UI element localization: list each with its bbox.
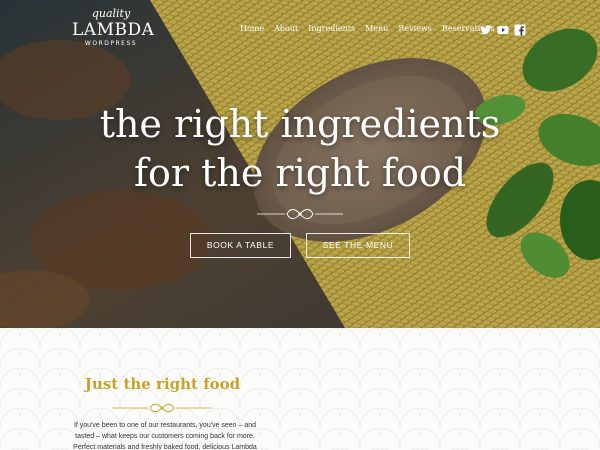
nav-item-ingredients[interactable]: Ingredients xyxy=(308,22,355,36)
section-title: Just the right food xyxy=(84,375,241,393)
social-links xyxy=(480,21,531,36)
nav-item-home[interactable]: Home xyxy=(240,22,264,36)
intro-section: Just the right food If you've been to on… xyxy=(0,328,600,450)
nav-item-menu[interactable]: Menu xyxy=(365,22,388,36)
twitter-icon[interactable] xyxy=(480,21,492,35)
nav-item-reviews[interactable]: Reviews xyxy=(398,22,432,36)
hero-section: quality LAMBDA WORDPRESS Home About Ingr… xyxy=(0,0,600,328)
section-ornament-icon xyxy=(112,403,212,413)
logo-tagline: quality xyxy=(91,7,131,20)
paragraph-line: Perfect materials and freshly baked food… xyxy=(73,444,257,450)
section-paragraph: If you've been to one of our restaurants… xyxy=(60,420,270,450)
youtube-icon[interactable] xyxy=(497,21,509,34)
site-logo[interactable]: quality LAMBDA WORDPRESS xyxy=(72,7,155,50)
hero-headline-line-2: for the right food xyxy=(133,151,467,195)
logo-name: LAMBDA xyxy=(72,20,155,40)
facebook-icon[interactable] xyxy=(514,21,526,36)
paragraph-line: If you've been to one of our restaurants… xyxy=(73,422,257,429)
nav-item-about[interactable]: About xyxy=(274,22,298,36)
main-navigation: Home About Ingredients Menu Reviews Rese… xyxy=(240,22,504,36)
see-menu-button[interactable]: SEE THE MENU xyxy=(306,233,410,258)
hero-headline: the right ingredients for the right food xyxy=(0,100,600,198)
logo-subtext: WORDPRESS xyxy=(84,40,138,47)
book-table-button[interactable]: BOOK A TABLE xyxy=(190,233,291,258)
hero-headline-line-1: the right ingredients xyxy=(99,102,501,146)
paragraph-line: tasted – what keeps our customers coming… xyxy=(75,433,255,440)
ornament-divider-icon xyxy=(257,209,343,219)
